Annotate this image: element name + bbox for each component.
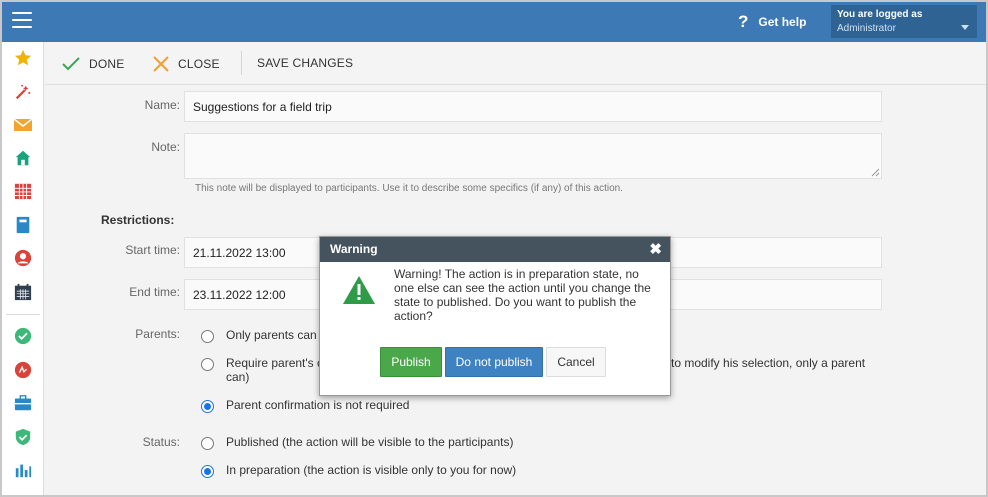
- parents-option-label-tail: to modify his selection, only a parent: [671, 356, 866, 370]
- close-button[interactable]: CLOSE: [152, 56, 220, 72]
- sign-icon[interactable]: [13, 360, 33, 380]
- publish-button[interactable]: Publish: [380, 347, 442, 377]
- dialog-header: Warning ✖: [320, 237, 670, 262]
- parents-option-radio[interactable]: [201, 358, 214, 371]
- status-option-radio[interactable]: [201, 437, 214, 450]
- name-input[interactable]: Suggestions for a field trip: [184, 91, 882, 122]
- save-changes-label: SAVE CHANGES: [257, 56, 354, 70]
- check-circle-icon[interactable]: [13, 326, 33, 346]
- name-value: Suggestions for a field trip: [193, 99, 332, 114]
- top-bar: ? Get help You are logged as Administrat…: [2, 2, 986, 42]
- login-user: Administrator: [837, 23, 896, 34]
- note-help-text: This note will be displayed to participa…: [195, 183, 623, 194]
- close-icon: [153, 56, 169, 72]
- note-textarea[interactable]: [184, 133, 882, 179]
- app-window: ? Get help You are logged as Administrat…: [0, 0, 988, 497]
- magic-wand-icon[interactable]: [13, 82, 33, 102]
- warning-dialog: Warning ✖ Warning! The action is in prep…: [319, 236, 671, 396]
- parents-option-label: Require parent's c: [226, 356, 324, 370]
- do-not-publish-button[interactable]: Do not publish: [445, 347, 543, 377]
- note-label: Note:: [151, 140, 180, 154]
- restrictions-heading: Restrictions:: [101, 213, 175, 227]
- status-option-label: In preparation (the action is visible on…: [226, 463, 517, 477]
- parents-option-label: Only parents can: [226, 328, 317, 342]
- get-help-button[interactable]: ? Get help: [738, 12, 806, 32]
- briefcase-icon[interactable]: [13, 393, 33, 413]
- parents-option-radio[interactable]: [201, 330, 214, 343]
- toolbar-divider: [241, 51, 242, 75]
- shield-check-icon[interactable]: [13, 427, 33, 447]
- calendar-icon[interactable]: [13, 282, 33, 302]
- end-time-value: 23.11.2022 12:00: [193, 287, 286, 302]
- done-button[interactable]: DONE: [61, 56, 124, 72]
- status-label: Status:: [142, 435, 180, 449]
- start-time-value: 21.11.2022 13:00: [193, 245, 286, 260]
- envelope-icon[interactable]: [13, 115, 33, 135]
- parents-option-label: Parent confirmation is not required: [226, 398, 410, 412]
- cancel-button[interactable]: Cancel: [546, 347, 606, 377]
- sidebar-divider: [6, 314, 40, 315]
- save-changes-button[interactable]: SAVE CHANGES: [257, 56, 353, 70]
- chevron-down-icon: [961, 25, 969, 30]
- close-label: CLOSE: [178, 57, 220, 71]
- book-icon[interactable]: [13, 215, 33, 235]
- status-option-radio-selected[interactable]: [201, 465, 214, 478]
- sidebar: [2, 42, 44, 495]
- toolbar: DONE CLOSE SAVE CHANGES: [45, 42, 986, 85]
- question-icon: ?: [738, 12, 749, 31]
- close-icon[interactable]: ✖: [649, 240, 662, 258]
- start-time-label: Start time:: [125, 243, 180, 257]
- parents-label: Parents:: [135, 327, 180, 341]
- done-label: DONE: [89, 57, 125, 71]
- status-option-label: Published (the action will be visible to…: [226, 435, 514, 449]
- menu-icon[interactable]: [12, 12, 32, 28]
- star-icon[interactable]: [13, 48, 33, 68]
- bar-chart-icon[interactable]: [13, 460, 33, 480]
- resize-handle-icon[interactable]: [871, 168, 880, 177]
- warning-icon: [343, 276, 375, 304]
- name-label: Name:: [144, 98, 180, 112]
- check-icon: [62, 57, 80, 71]
- home-icon[interactable]: [13, 148, 33, 168]
- user-menu[interactable]: You are logged as Administrator: [831, 5, 977, 38]
- dialog-message: Warning! The action is in preparation st…: [394, 267, 651, 323]
- dialog-title: Warning: [330, 242, 378, 256]
- user-icon[interactable]: [13, 248, 33, 268]
- parents-option-label-line2: can): [226, 370, 250, 384]
- end-time-label: End time:: [129, 285, 180, 299]
- login-title: You are logged as: [837, 9, 923, 20]
- calendar-grid-icon[interactable]: [13, 181, 33, 201]
- get-help-label: Get help: [758, 15, 807, 29]
- parents-option-radio-selected[interactable]: [201, 400, 214, 413]
